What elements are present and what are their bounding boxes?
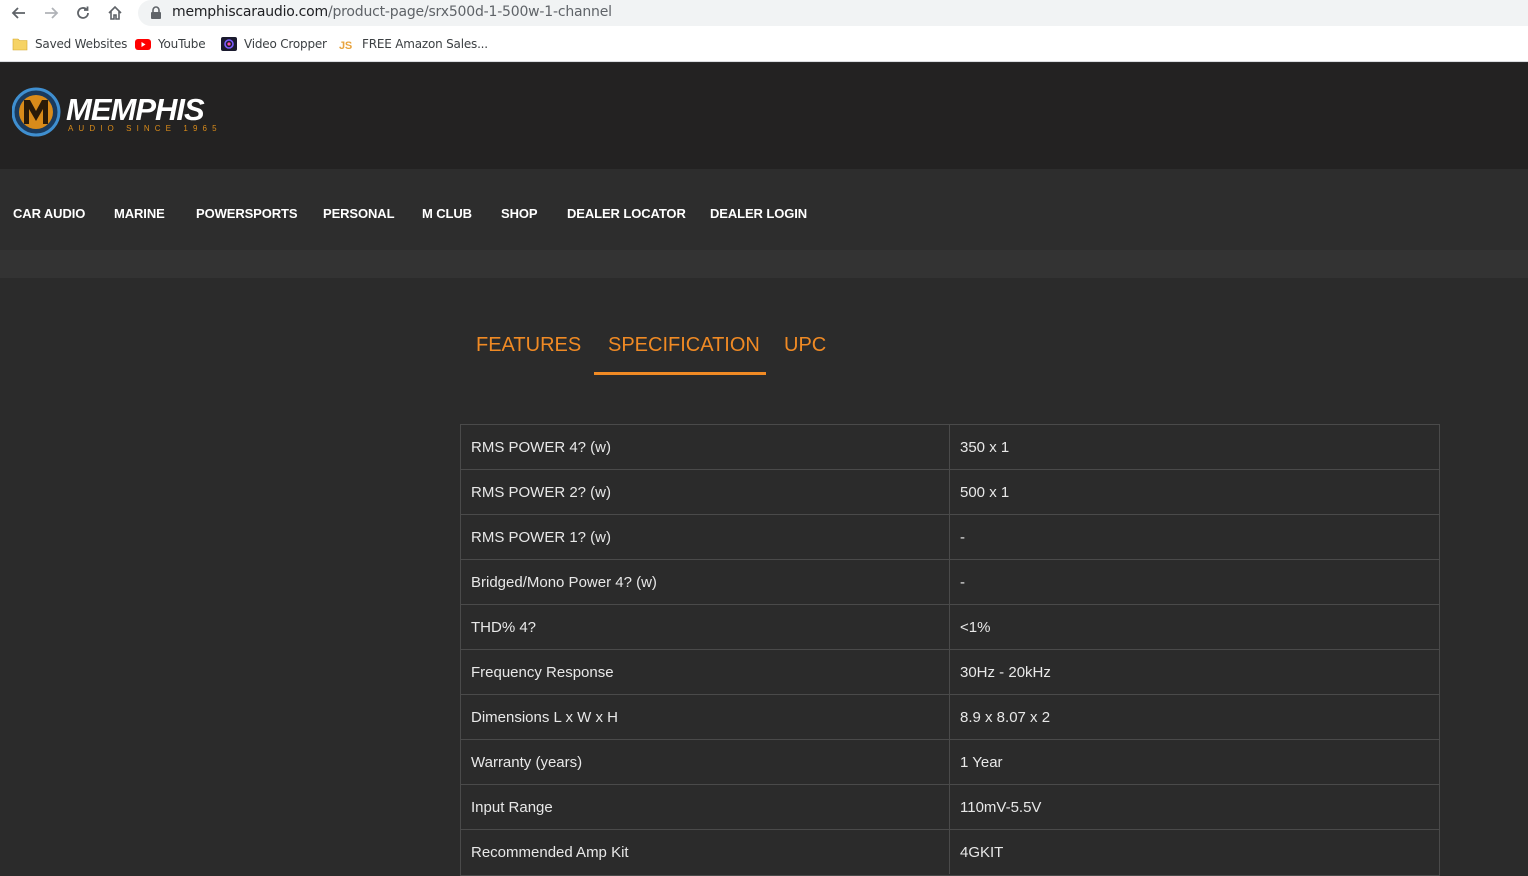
table-row: Bridged/Mono Power 4? (w) - bbox=[461, 560, 1439, 605]
spec-key: RMS POWER 1? (w) bbox=[461, 515, 950, 559]
spec-value: 500 x 1 bbox=[960, 483, 1010, 501]
bookmark-label: FREE Amazon Sales... bbox=[362, 37, 488, 51]
spec-key: Bridged/Mono Power 4? (w) bbox=[461, 560, 950, 604]
folder-icon bbox=[12, 37, 28, 51]
spec-value: 110mV-5.5V bbox=[960, 798, 1042, 816]
js-icon: JS bbox=[339, 37, 355, 52]
bookmark-label: Saved Websites bbox=[35, 37, 128, 51]
bookmark-label: Video Cropper bbox=[244, 37, 327, 51]
table-row: THD% 4? <1% bbox=[461, 605, 1439, 650]
url-path: /product-page/srx500d-1-500w-1-channel bbox=[327, 4, 612, 20]
bookmark-amazon-sales[interactable]: JS FREE Amazon Sales... bbox=[339, 36, 488, 52]
bookmark-saved-websites[interactable]: Saved Websites bbox=[12, 36, 127, 52]
nav-car-audio[interactable]: CAR AUDIO bbox=[13, 206, 85, 221]
nav-powersports[interactable]: POWERSPORTS bbox=[196, 206, 298, 221]
svg-text:MEMPHIS: MEMPHIS bbox=[66, 92, 205, 127]
forward-button[interactable] bbox=[40, 2, 62, 24]
spec-value: 30Hz - 20kHz bbox=[960, 663, 1051, 681]
nav-personal[interactable]: PERSONAL bbox=[323, 206, 395, 221]
spec-key: Dimensions L x W x H bbox=[461, 695, 950, 739]
svg-text:AUDIO SINCE 1965: AUDIO SINCE 1965 bbox=[68, 124, 222, 133]
bookmark-video-cropper[interactable]: Video Cropper bbox=[221, 36, 327, 52]
spec-key: Warranty (years) bbox=[461, 740, 950, 784]
spec-key: THD% 4? bbox=[461, 605, 950, 649]
arrow-right-icon bbox=[45, 7, 59, 19]
back-button[interactable] bbox=[8, 2, 30, 24]
bookmark-youtube[interactable]: YouTube bbox=[135, 36, 206, 52]
table-row: Warranty (years) 1 Year bbox=[461, 740, 1439, 785]
home-button[interactable] bbox=[104, 2, 126, 24]
site-header: MEMPHIS AUDIO SINCE 1965 bbox=[0, 63, 1528, 169]
table-row: RMS POWER 4? (w) 350 x 1 bbox=[461, 425, 1439, 470]
nav-shop[interactable]: SHOP bbox=[501, 206, 538, 221]
nav-marine[interactable]: MARINE bbox=[114, 206, 165, 221]
home-icon bbox=[108, 5, 122, 20]
memphis-logo[interactable]: MEMPHIS AUDIO SINCE 1965 bbox=[12, 87, 232, 139]
spec-key: RMS POWER 4? (w) bbox=[461, 425, 950, 469]
arrow-left-icon bbox=[11, 7, 25, 19]
bookmarks-bar: Saved Websites YouTube Video Cropper JS … bbox=[0, 26, 1528, 62]
table-row: Frequency Response 30Hz - 20kHz bbox=[461, 650, 1439, 695]
table-row: RMS POWER 2? (w) 500 x 1 bbox=[461, 470, 1439, 515]
url-text[interactable]: memphiscaraudio.com/product-page/srx500d… bbox=[172, 4, 612, 20]
tab-features[interactable]: FEATURES bbox=[476, 334, 581, 357]
tab-upc[interactable]: UPC bbox=[784, 334, 826, 357]
table-row: Input Range 110mV-5.5V bbox=[461, 785, 1439, 830]
url-host: memphiscaraudio.com bbox=[172, 4, 328, 20]
reload-icon bbox=[77, 6, 89, 19]
tab-specification[interactable]: SPECIFICATION bbox=[608, 334, 760, 357]
spec-table: RMS POWER 4? (w) 350 x 1 RMS POWER 2? (w… bbox=[460, 424, 1440, 876]
bookmark-label: YouTube bbox=[158, 37, 206, 51]
browser-toolbar: memphiscaraudio.com/product-page/srx500d… bbox=[0, 0, 1528, 26]
youtube-icon bbox=[135, 37, 151, 51]
table-row: Recommended Amp Kit 4GKIT bbox=[461, 830, 1439, 875]
nav-dealer-locator[interactable]: DEALER LOCATOR bbox=[567, 206, 686, 221]
sub-header-strip bbox=[0, 250, 1528, 278]
spec-value: <1% bbox=[960, 618, 991, 636]
reload-button[interactable] bbox=[72, 2, 94, 24]
spec-value: - bbox=[960, 528, 965, 546]
video-cropper-icon bbox=[221, 37, 237, 51]
spec-key: Frequency Response bbox=[461, 650, 950, 694]
nav-m-club[interactable]: M CLUB bbox=[422, 206, 472, 221]
table-row: Dimensions L x W x H 8.9 x 8.07 x 2 bbox=[461, 695, 1439, 740]
lock-icon bbox=[151, 6, 161, 19]
spec-key: Input Range bbox=[461, 785, 950, 829]
active-tab-indicator bbox=[594, 372, 766, 375]
spec-value: - bbox=[960, 573, 965, 591]
spec-value: 350 x 1 bbox=[960, 438, 1010, 456]
nav-dealer-login[interactable]: DEALER LOGIN bbox=[710, 206, 807, 221]
spec-value: 8.9 x 8.07 x 2 bbox=[960, 708, 1051, 726]
main-nav: CAR AUDIO MARINE POWERSPORTS PERSONAL M … bbox=[0, 169, 1528, 250]
spec-value: 4GKIT bbox=[960, 843, 1004, 861]
spec-key: RMS POWER 2? (w) bbox=[461, 470, 950, 514]
table-row: RMS POWER 1? (w) - bbox=[461, 515, 1439, 560]
spec-key: Recommended Amp Kit bbox=[461, 830, 950, 874]
spec-value: 1 Year bbox=[960, 753, 1003, 771]
svg-text:JS: JS bbox=[339, 40, 352, 51]
